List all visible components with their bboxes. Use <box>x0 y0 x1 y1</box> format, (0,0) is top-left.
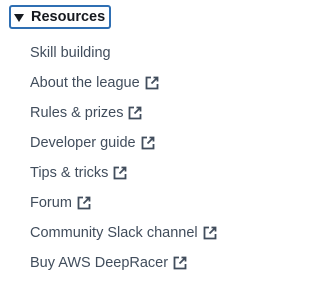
nav-item-developer-guide: Developer guide <box>30 128 217 158</box>
nav-item-buy-deepracer: Buy AWS DeepRacer <box>30 248 217 278</box>
link-community-slack-channel[interactable]: Community Slack channel <box>30 223 198 243</box>
nav-item-community-slack: Community Slack channel <box>30 218 217 248</box>
link-forum[interactable]: Forum <box>30 193 72 213</box>
link-tips-tricks[interactable]: Tips & tricks <box>30 163 108 183</box>
nav-item-tips-tricks: Tips & tricks <box>30 158 217 188</box>
link-developer-guide[interactable]: Developer guide <box>30 133 136 153</box>
external-link-icon <box>145 76 159 90</box>
external-link-icon <box>141 136 155 150</box>
caret-down-icon <box>14 13 24 22</box>
link-about-the-league[interactable]: About the league <box>30 73 140 93</box>
link-skill-building[interactable]: Skill building <box>30 43 111 63</box>
external-link-icon <box>173 256 187 270</box>
external-link-icon <box>129 106 142 120</box>
external-link-icon <box>114 166 127 180</box>
resources-link-list: Skill building About the league Rules & … <box>30 38 217 278</box>
nav-item-about-the-league: About the league <box>30 68 217 98</box>
link-rules-prizes[interactable]: Rules & prizes <box>30 103 123 123</box>
resources-section-toggle[interactable]: Resources <box>9 5 112 29</box>
nav-item-rules-prizes: Rules & prizes <box>30 98 217 128</box>
external-link-icon <box>77 196 91 210</box>
nav-item-skill-building: Skill building <box>30 38 217 68</box>
external-link-icon <box>203 226 217 240</box>
link-buy-aws-deepracer[interactable]: Buy AWS DeepRacer <box>30 253 168 273</box>
nav-item-forum: Forum <box>30 188 217 218</box>
side-navigation: Resources Skill building About the leagu… <box>0 0 252 285</box>
section-title: Resources <box>31 9 106 25</box>
